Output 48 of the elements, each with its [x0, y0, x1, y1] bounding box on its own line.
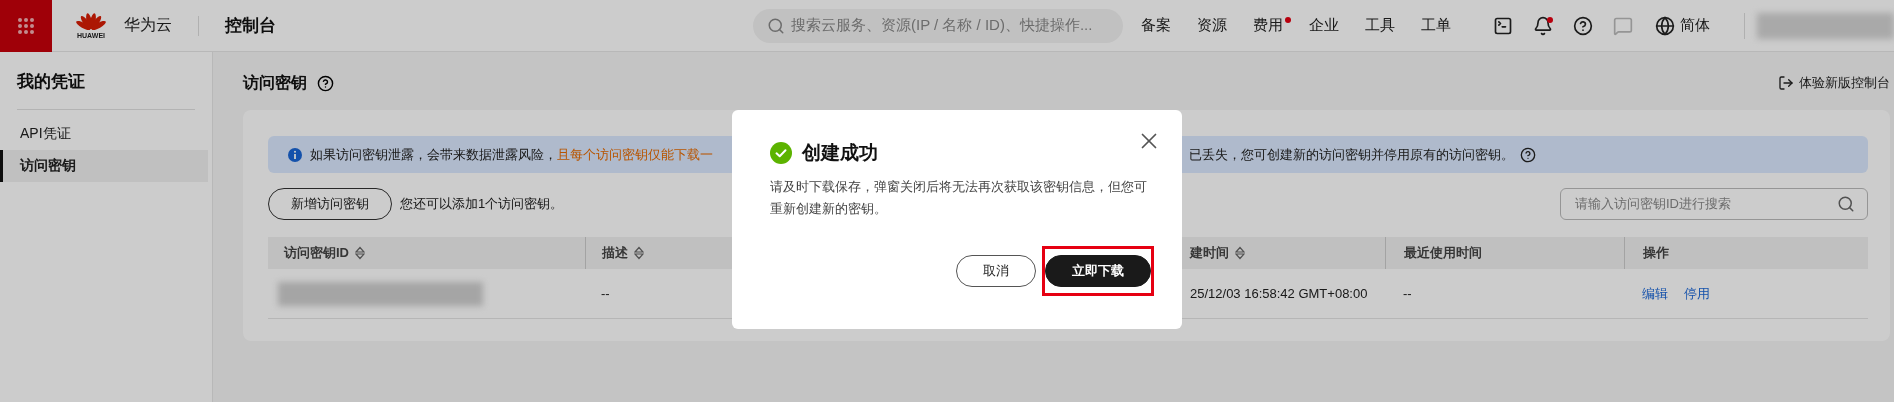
create-key-button[interactable]: 新增访问密钥	[268, 188, 392, 220]
sidebar-title: 我的凭证	[17, 70, 195, 110]
flower-logo-icon[interactable]	[76, 12, 106, 32]
new-console-link[interactable]: 体验新版控制台	[1778, 74, 1890, 92]
info-icon	[288, 147, 302, 162]
column-header: 最近使用时间	[1404, 244, 1482, 262]
notice-text: 如果访问密钥泄露，会带来数据泄露风险，且每个访问密钥仅能下载一	[310, 145, 713, 164]
table-cell: 25/12/03 16:58:42 GMT+08:00	[1190, 286, 1368, 301]
cancel-button[interactable]: 取消	[956, 255, 1036, 287]
nav-link[interactable]: 企业	[1309, 16, 1347, 35]
globe-icon[interactable]	[1655, 15, 1675, 36]
action-link[interactable]: 编辑	[1642, 284, 1668, 303]
download-button[interactable]: 立即下载	[1045, 255, 1151, 287]
nav-link[interactable]: 工具	[1365, 16, 1403, 35]
action-link[interactable]: 停用	[1684, 284, 1710, 303]
help-icon[interactable]	[1520, 146, 1536, 163]
nav-link[interactable]: 工单	[1421, 16, 1459, 35]
language-link[interactable]: 简体	[1680, 16, 1710, 35]
nav-link[interactable]: 备案	[1141, 16, 1179, 35]
success-check-icon	[770, 142, 792, 164]
notice-text: 已丢失，您可创建新的访问密钥并停用原有的访问密钥。	[1189, 145, 1514, 164]
grid-menu-icon	[17, 16, 35, 35]
terminal-icon[interactable]	[1493, 15, 1513, 36]
help-icon[interactable]	[1573, 15, 1593, 36]
sidebar-item[interactable]: API凭证	[0, 118, 208, 150]
column-header: 访问密钥ID	[284, 244, 349, 262]
table-cell: --	[601, 286, 610, 301]
help-icon[interactable]	[317, 74, 334, 92]
column-header: 操作	[1643, 244, 1669, 262]
sidebar-item[interactable]: 访问密钥	[0, 150, 208, 182]
bell-icon[interactable]	[1533, 15, 1553, 36]
dialog-message: 请及时下载保存，弹窗关闭后将无法再次获取该密钥信息，但您可重新创建新的密钥。	[770, 179, 1148, 218]
sort-icon[interactable]	[634, 246, 644, 260]
exit-icon[interactable]	[1778, 75, 1794, 91]
quota-text: 您还可以添加1个访问密钥。	[400, 195, 564, 213]
nav-link[interactable]: 资源	[1197, 16, 1235, 35]
column-header: 建时间	[1190, 244, 1229, 262]
page-title: 访问密钥	[243, 72, 307, 93]
sort-icon[interactable]	[1235, 246, 1245, 260]
console-title[interactable]: 控制台	[225, 14, 276, 37]
sort-icon[interactable]	[355, 246, 365, 260]
brand-name: 华为云	[124, 15, 172, 35]
search-icon	[767, 16, 785, 35]
dialog-title: 创建成功	[802, 141, 878, 165]
table-cell: --	[1403, 286, 1412, 301]
nav-link[interactable]: 费用	[1253, 16, 1291, 35]
column-header: 描述	[602, 244, 628, 262]
search-icon	[1837, 195, 1855, 213]
